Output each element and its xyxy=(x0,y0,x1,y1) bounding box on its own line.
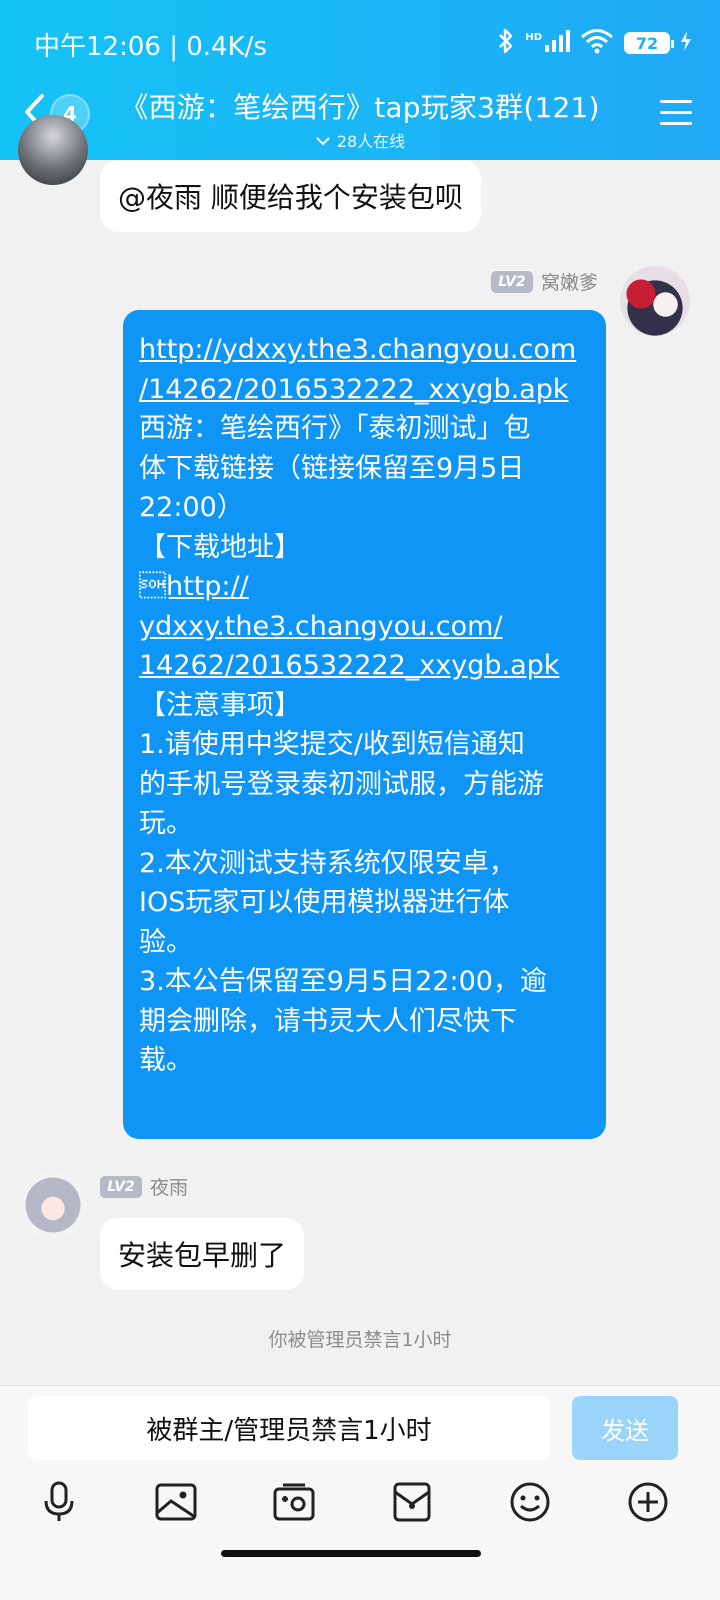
message-line: 【注意事项】 xyxy=(139,689,301,721)
status-icons: HD 72 xyxy=(497,28,692,58)
level-badge: LV2 xyxy=(100,1175,142,1198)
home-indicator[interactable] xyxy=(221,1550,481,1557)
message-line: 3.本公告保留至9月5日22:00，逾 xyxy=(139,966,547,997)
message-line: 2.本次测试支持系统仅限安卓， xyxy=(139,847,516,879)
avatar[interactable] xyxy=(620,266,690,336)
message-line: 22:00） xyxy=(139,492,244,523)
microphone-icon[interactable] xyxy=(35,1478,83,1526)
chevron-down-icon xyxy=(315,131,331,150)
input-toolbar xyxy=(0,1478,720,1538)
message-text: 安装包早删了 xyxy=(118,1239,287,1272)
online-status[interactable]: 28人在线 xyxy=(110,128,610,152)
battery-level: 72 xyxy=(635,33,659,53)
system-notice: 你被管理员禁言1小时 xyxy=(268,1329,452,1351)
message-line: 期会删除，请书灵大人们尽快下 xyxy=(139,1005,517,1037)
sender-info: LV2 窝嫩爹 xyxy=(490,268,598,295)
message-link[interactable]: 14262/2016532222_xxygb.apk xyxy=(139,646,590,686)
message-line: IOS玩家可以使用模拟器进行体 xyxy=(139,887,510,918)
camera-icon[interactable] xyxy=(270,1478,318,1526)
message-line: 体下载链接（链接保留至9月5日 xyxy=(139,452,525,484)
avatar[interactable] xyxy=(18,1170,88,1240)
sender-info: LV2 夜雨 xyxy=(100,1173,188,1200)
chat-title-area[interactable]: 《西游：笔绘西行》tap玩家3群(121) 28人在线 xyxy=(110,86,610,152)
message-line: 验。 xyxy=(139,926,193,958)
chat-title: 《西游：笔绘西行》tap玩家3群(121) xyxy=(120,91,600,124)
message-line: 的手机号登录泰初测试服，方能游 xyxy=(139,768,544,800)
hd-label: HD xyxy=(525,31,542,43)
status-time-speed: 中午12:06 | 0.4K/s xyxy=(34,32,267,62)
plus-icon[interactable] xyxy=(624,1478,672,1526)
message-line: 载。 xyxy=(139,1045,193,1076)
message-bubble-self[interactable]: http://ydxxy.the3.changyou.com /14262/20… xyxy=(123,310,606,1139)
message-line: 【下载地址】 xyxy=(139,531,301,563)
bluetooth-icon xyxy=(497,28,515,58)
battery-icon: 72 xyxy=(624,32,674,54)
image-icon[interactable] xyxy=(152,1478,200,1526)
charging-icon xyxy=(680,30,692,56)
signal-icon xyxy=(544,29,570,57)
message-input[interactable]: 被群主/管理员禁言1小时 xyxy=(28,1396,550,1460)
message-link[interactable]: http://ydxxy.the3.changyou.com xyxy=(139,330,590,370)
chat-header: 中午12:06 | 0.4K/s HD 72 4 《西游：笔绘西行》tap玩家3… xyxy=(0,0,720,160)
message-bubble[interactable]: 安装包早删了 xyxy=(100,1218,305,1290)
sender-name: 夜雨 xyxy=(150,1177,189,1199)
red-packet-icon[interactable] xyxy=(388,1478,436,1526)
input-area: 被群主/管理员禁言1小时 发送 xyxy=(0,1385,720,1600)
message-link[interactable]: ydxxy.the3.changyou.com/ xyxy=(139,607,590,647)
message-bubble[interactable]: @夜雨 顺便给我个安装包呗 xyxy=(100,160,481,232)
message-text: @夜雨 顺便给我个安装包呗 xyxy=(118,181,463,214)
message-line: 玩。 xyxy=(139,808,193,839)
message-link[interactable]: /14262/2016532222_xxygb.apk xyxy=(139,370,590,410)
sender-name: 窝嫩爹 xyxy=(540,272,598,294)
message-line: 1.请使用中奖提交/收到短信通知 xyxy=(139,729,525,760)
level-badge: LV2 xyxy=(490,270,533,293)
online-count: 28人在线 xyxy=(336,132,406,151)
status-bar: 中午12:06 | 0.4K/s HD 72 xyxy=(0,0,720,86)
avatar[interactable] xyxy=(18,115,88,185)
wifi-icon xyxy=(580,28,614,58)
message-link[interactable]: http:// xyxy=(139,567,590,607)
menu-icon[interactable] xyxy=(660,100,692,128)
send-button[interactable]: 发送 xyxy=(572,1396,678,1460)
emoji-icon[interactable] xyxy=(506,1478,554,1526)
message-line: 西游：笔绘西行》「泰初测试」包 xyxy=(139,413,531,444)
